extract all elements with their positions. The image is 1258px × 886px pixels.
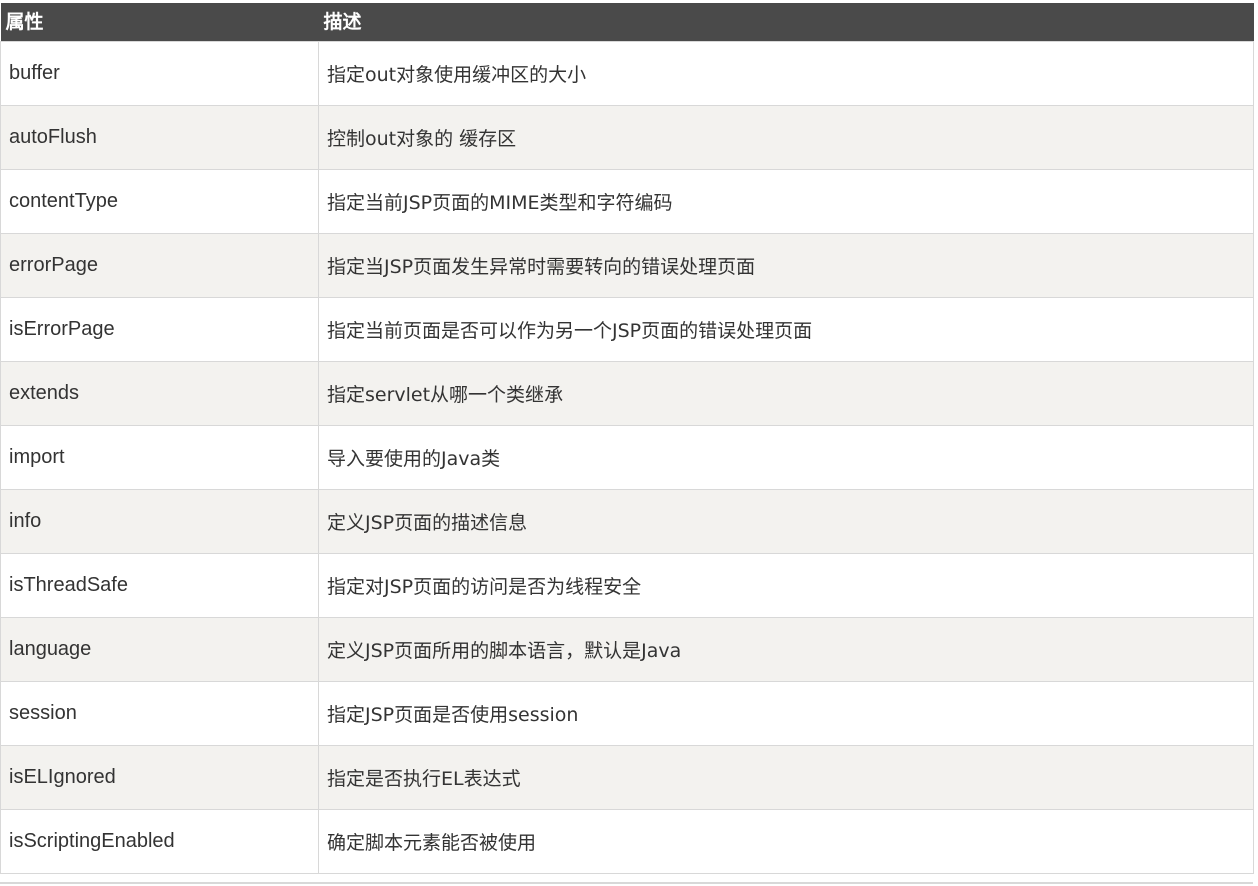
table-row: buffer 指定out对象使用缓冲区的大小 [0,41,1254,106]
description-cell: 指定当JSP页面发生异常时需要转向的错误处理页面 [318,233,1254,298]
table-row: errorPage 指定当JSP页面发生异常时需要转向的错误处理页面 [0,233,1254,298]
table-row: info 定义JSP页面的描述信息 [0,489,1254,554]
attribute-cell: autoFlush [0,105,319,170]
table-row: autoFlush 控制out对象的 缓存区 [0,105,1254,170]
description-cell: 指定JSP页面是否使用session [318,681,1254,746]
description-cell: 指定当前页面是否可以作为另一个JSP页面的错误处理页面 [318,297,1254,362]
attribute-cell: session [0,681,319,746]
description-cell: 指定servlet从哪一个类继承 [318,361,1254,426]
description-cell: 指定对JSP页面的访问是否为线程安全 [318,553,1254,618]
table-row: isErrorPage 指定当前页面是否可以作为另一个JSP页面的错误处理页面 [0,297,1254,362]
header-attribute: 属性 [5,11,44,33]
attribute-cell: errorPage [0,233,319,298]
description-cell: 导入要使用的Java类 [318,425,1254,490]
table-row: contentType 指定当前JSP页面的MIME类型和字符编码 [0,169,1254,234]
table-header: 属性 描述 [0,3,1254,42]
attribute-cell: buffer [0,41,319,106]
table-row: import 导入要使用的Java类 [0,425,1254,490]
header-description: 描述 [323,11,362,33]
description-cell: 控制out对象的 缓存区 [318,105,1254,170]
attributes-table-container: 属性 描述 buffer 指定out对象使用缓冲区的大小 autoFlush 控… [0,3,1254,874]
table-row: session 指定JSP页面是否使用session [0,681,1254,746]
attribute-cell: extends [0,361,319,426]
attributes-table: 属性 描述 buffer 指定out对象使用缓冲区的大小 autoFlush 控… [0,3,1254,874]
attribute-cell: info [0,489,319,554]
description-cell: 指定out对象使用缓冲区的大小 [318,41,1254,106]
table-row: language 定义JSP页面所用的脚本语言，默认是Java [0,617,1254,682]
attribute-cell: language [0,617,319,682]
attribute-cell: isScriptingEnabled [0,809,319,874]
description-cell: 指定是否执行EL表达式 [318,745,1254,810]
description-cell: 确定脚本元素能否被使用 [318,809,1254,874]
bottom-divider [0,882,1253,884]
attribute-cell: contentType [0,169,319,234]
table-row: isScriptingEnabled 确定脚本元素能否被使用 [0,809,1254,874]
description-cell: 定义JSP页面所用的脚本语言，默认是Java [318,617,1254,682]
attribute-cell: isThreadSafe [0,553,319,618]
attribute-cell: import [0,425,319,490]
description-cell: 指定当前JSP页面的MIME类型和字符编码 [318,169,1254,234]
attribute-cell: isELIgnored [0,745,319,810]
table-row: extends 指定servlet从哪一个类继承 [0,361,1254,426]
table-body: buffer 指定out对象使用缓冲区的大小 autoFlush 控制out对象… [0,41,1254,874]
table-row: isThreadSafe 指定对JSP页面的访问是否为线程安全 [0,553,1254,618]
attribute-cell: isErrorPage [0,297,319,362]
description-cell: 定义JSP页面的描述信息 [318,489,1254,554]
header-row: 属性 描述 [0,3,1254,42]
table-row: isELIgnored 指定是否执行EL表达式 [0,745,1254,810]
